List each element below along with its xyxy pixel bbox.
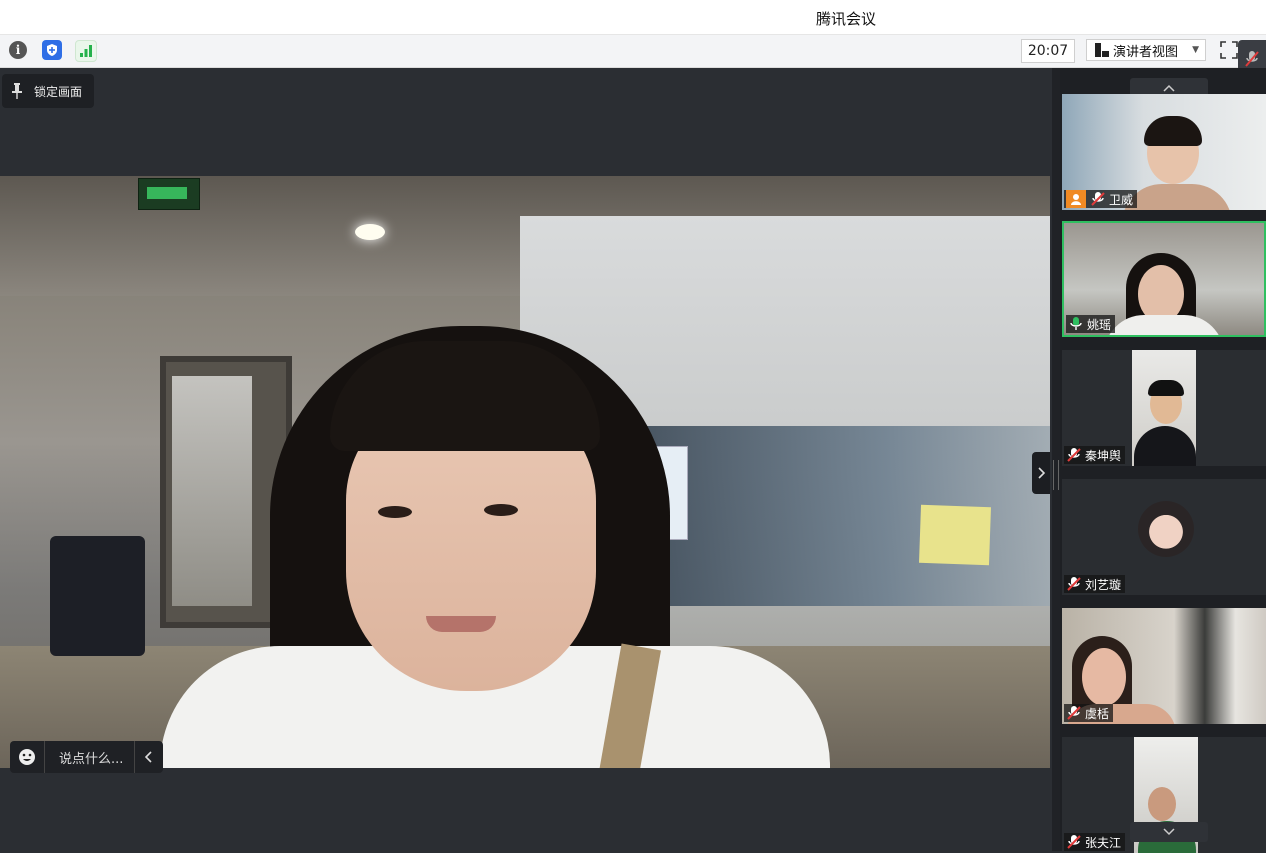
meeting-toolbar: i 20:07 演讲者视图 ▼ (0, 35, 1266, 68)
mic-muted-icon (1066, 705, 1082, 721)
participant-name: 卫威 (1109, 192, 1134, 207)
host-icon (1066, 190, 1086, 208)
avatar (1138, 501, 1194, 557)
meeting-time: 20:07 (1021, 39, 1075, 63)
speaker-view-icon (1095, 43, 1109, 57)
mic-muted-icon (1066, 834, 1082, 850)
lock-view-button[interactable]: 锁定画面 (2, 74, 94, 108)
signal-icon[interactable] (75, 40, 97, 62)
participant-tile[interactable]: 秦坤舆 (1062, 350, 1266, 466)
speaker-video (0, 176, 1050, 768)
participant-name-tag: 张夫江 (1064, 833, 1126, 851)
mic-muted-icon (1066, 447, 1082, 463)
emoji-icon[interactable] (10, 741, 45, 773)
participant-tile[interactable]: 刘艺璇 (1062, 479, 1266, 595)
window-title: 腾讯会议 (815, 10, 876, 28)
participant-name: 虞栝 (1085, 706, 1110, 721)
mic-muted-icon (1066, 576, 1082, 592)
shield-icon[interactable] (42, 40, 62, 60)
chevron-right-icon[interactable] (1032, 452, 1050, 494)
participant-tile-active[interactable]: 姚瑶 (1062, 221, 1266, 337)
exit-sign (138, 178, 200, 210)
mic-active-icon (1068, 316, 1084, 332)
participant-name: 姚瑶 (1087, 317, 1112, 332)
view-mode-dropdown[interactable]: 演讲者视图 ▼ (1086, 39, 1206, 61)
view-mode-label: 演讲者视图 (1113, 44, 1179, 60)
chat-placeholder[interactable]: 说点什么... (59, 748, 123, 767)
participant-name: 刘艺璇 (1085, 577, 1122, 592)
participant-name-tag: 秦坤舆 (1064, 446, 1126, 464)
participant-name: 张夫江 (1085, 835, 1122, 850)
chevron-left-icon[interactable] (134, 741, 163, 773)
lock-view-label: 锁定画面 (34, 84, 83, 99)
fullscreen-icon[interactable] (1220, 41, 1238, 59)
participant-name-tag: 姚瑶 (1066, 315, 1116, 333)
chat-input-bar[interactable]: 说点什么... (10, 741, 163, 773)
pin-icon (12, 83, 22, 99)
info-icon[interactable]: i (8, 40, 28, 60)
resize-handle[interactable] (1053, 460, 1059, 490)
participant-name: 秦坤舆 (1085, 448, 1122, 463)
mic-muted-icon (1090, 191, 1106, 207)
participant-tile[interactable]: 虞栝 (1062, 608, 1266, 724)
chevron-down-icon[interactable] (1130, 822, 1208, 842)
participant-tile[interactable]: 卫威 (1062, 94, 1266, 210)
chevron-down-icon: ▼ (1192, 45, 1199, 55)
participant-name-tag: 虞栝 (1064, 704, 1114, 722)
title-bar: 腾讯会议 (0, 0, 1266, 35)
participant-name-tag: 刘艺璇 (1064, 575, 1126, 593)
participant-name-tag: 卫威 (1064, 190, 1138, 208)
main-stage: 锁定画面 说点什么... (0, 68, 1052, 851)
